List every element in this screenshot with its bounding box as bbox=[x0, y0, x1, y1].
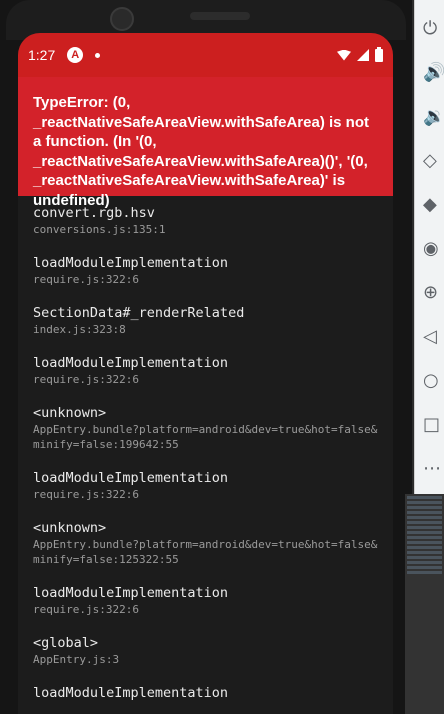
log-line bbox=[407, 551, 442, 554]
log-line bbox=[407, 541, 442, 544]
stack-frame[interactable]: <global> AppEntry.js:3 bbox=[33, 634, 378, 667]
log-line bbox=[407, 546, 442, 549]
log-line bbox=[407, 516, 442, 519]
stack-frame-file: require.js:322:6 bbox=[33, 603, 139, 616]
status-bar: 1:27 A bbox=[18, 33, 393, 77]
emulator-toolbar: ⏻ 🔊 🔉 ◇ ◆ ◉ ⊕ ◁ ○ □ ⋯ bbox=[414, 0, 444, 494]
stack-frame[interactable]: loadModuleImplementation bbox=[33, 684, 378, 702]
home-icon[interactable]: ○ bbox=[423, 370, 444, 392]
volume-down-icon[interactable]: 🔉 bbox=[423, 106, 444, 128]
notification-dot-icon bbox=[95, 52, 101, 58]
log-line bbox=[407, 561, 442, 564]
stack-frame-method: loadModuleImplementation bbox=[33, 470, 229, 486]
overview-icon[interactable]: □ bbox=[423, 414, 444, 436]
stack-frame-method: <unknown> bbox=[33, 405, 107, 421]
emulator-device: 1:27 A TypeError: (0, _reactNativeSafeAr… bbox=[0, 0, 412, 714]
stack-frame[interactable]: loadModuleImplementation require.js:322:6 bbox=[33, 584, 378, 617]
stack-frame-file: AppEntry.bundle?platform=android&dev=tru… bbox=[33, 538, 378, 566]
stack-frame-method: <global> bbox=[33, 635, 99, 651]
stack-frame-file: index.js:323:8 bbox=[33, 323, 126, 336]
stack-frame-file: require.js:322:6 bbox=[33, 373, 139, 386]
front-camera bbox=[110, 7, 134, 31]
stack-frame-method: loadModuleImplementation bbox=[33, 585, 229, 601]
stack-frame[interactable]: convert.rgb.hsv conversions.js:135:1 bbox=[33, 204, 378, 237]
wifi-icon bbox=[337, 50, 351, 61]
cell-signal-icon bbox=[357, 49, 369, 61]
battery-icon bbox=[375, 46, 383, 62]
expo-app-icon: A bbox=[67, 47, 84, 63]
log-line bbox=[407, 511, 442, 514]
stack-frame-method: loadModuleImplementation bbox=[33, 355, 229, 371]
log-line bbox=[407, 526, 442, 529]
log-line bbox=[407, 536, 442, 539]
device-screen[interactable]: 1:27 A TypeError: (0, _reactNativeSafeAr… bbox=[18, 33, 393, 714]
rotate-left-icon[interactable]: ◇ bbox=[423, 150, 444, 172]
stack-frame[interactable]: <unknown> AppEntry.bundle?platform=androi… bbox=[33, 404, 378, 452]
stack-frame[interactable]: loadModuleImplementation require.js:322:6 bbox=[33, 469, 378, 502]
stack-trace-list: convert.rgb.hsv conversions.js:135:1 loadM… bbox=[18, 196, 393, 702]
redbox-error-message: TypeError: (0, _reactNativeSafeAreaView.… bbox=[18, 77, 393, 209]
back-icon[interactable]: ◁ bbox=[423, 326, 444, 348]
stack-frame-file: AppEntry.bundle?platform=android&dev=tru… bbox=[33, 423, 378, 451]
log-line bbox=[407, 571, 442, 574]
stack-frame-file: AppEntry.js:3 bbox=[33, 653, 120, 666]
stack-frame-method: loadModuleImplementation bbox=[33, 255, 229, 271]
stack-frame-method: SectionData#_renderRelated bbox=[33, 305, 245, 321]
stack-frame-file: require.js:322:6 bbox=[33, 273, 139, 286]
camera-icon[interactable]: ◉ bbox=[423, 238, 444, 260]
volume-up-icon[interactable]: 🔊 bbox=[423, 62, 444, 84]
log-line bbox=[407, 521, 442, 524]
power-icon[interactable]: ⏻ bbox=[423, 18, 444, 40]
stack-frame[interactable]: SectionData#_renderRelated index.js:323:8 bbox=[33, 304, 378, 337]
log-line bbox=[407, 496, 442, 499]
rotate-right-icon[interactable]: ◆ bbox=[423, 194, 444, 216]
log-line bbox=[407, 556, 442, 559]
stack-frame[interactable]: loadModuleImplementation require.js:322:6 bbox=[33, 254, 378, 287]
stack-frame-file: conversions.js:135:1 bbox=[33, 223, 166, 236]
stack-frame[interactable]: <unknown> AppEntry.bundle?platform=androi… bbox=[33, 519, 378, 567]
status-time: 1:27 bbox=[28, 47, 56, 63]
stack-frame-method: convert.rgb.hsv bbox=[33, 205, 155, 221]
log-line bbox=[407, 566, 442, 569]
log-line bbox=[407, 506, 442, 509]
stack-frame-method: loadModuleImplementation bbox=[33, 685, 229, 701]
log-line bbox=[407, 531, 442, 534]
zoom-icon[interactable]: ⊕ bbox=[423, 282, 444, 304]
more-icon[interactable]: ⋯ bbox=[423, 458, 444, 480]
stack-frame[interactable]: loadModuleImplementation require.js:322:6 bbox=[33, 354, 378, 387]
logcat-panel bbox=[405, 494, 444, 714]
stack-frame-method: <unknown> bbox=[33, 520, 107, 536]
stack-frame-file: require.js:322:6 bbox=[33, 488, 139, 501]
log-line bbox=[407, 501, 442, 504]
earpiece-speaker bbox=[190, 12, 250, 20]
